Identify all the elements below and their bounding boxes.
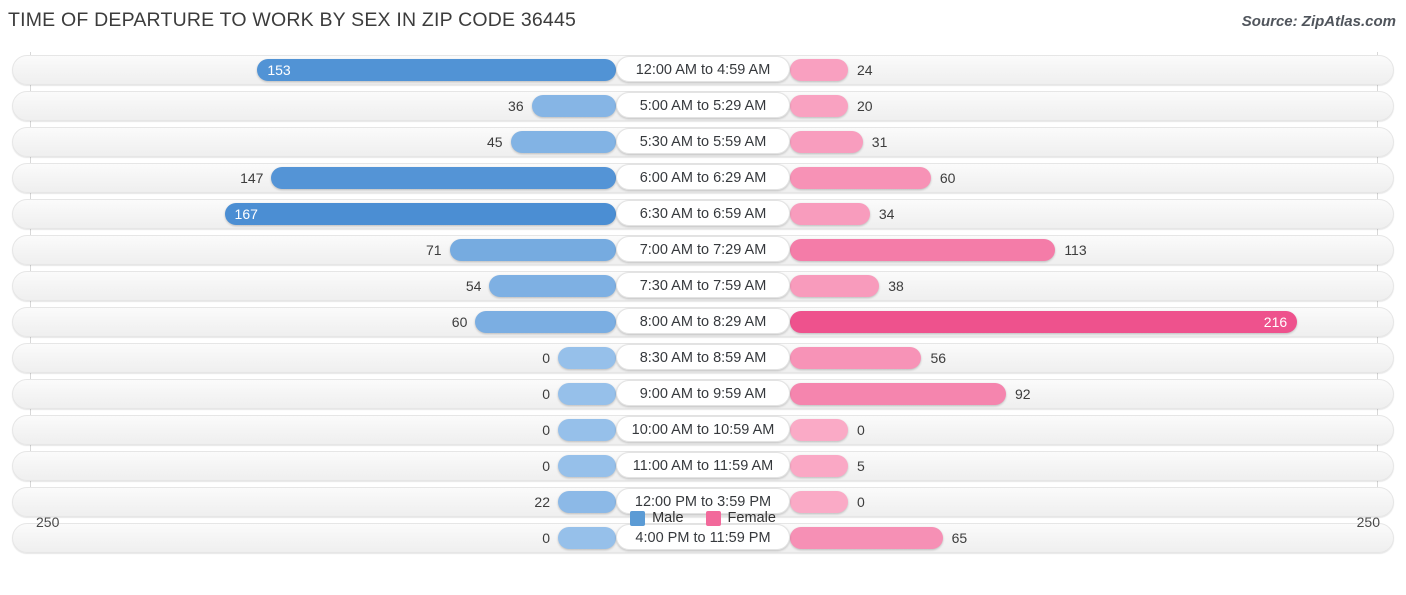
bar-value-male: 147 — [240, 170, 264, 186]
table-row[interactable]: 147 60 6:00 AM to 6:29 AM — [0, 160, 1406, 196]
bar-value-male: 54 — [465, 278, 482, 294]
bar-male[interactable] — [558, 347, 616, 369]
legend-item-female[interactable]: Female — [705, 510, 776, 526]
bar-rows: 153 24 12:00 AM to 4:59 AM 36 20 5:00 AM to 5… — [0, 52, 1406, 556]
bar-male[interactable] — [449, 239, 616, 261]
bar-value-male: 0 — [542, 350, 550, 366]
table-row[interactable]: 0 92 9:00 AM to 9:59 AM — [0, 376, 1406, 412]
bar-female[interactable] — [790, 239, 1056, 261]
category-label: 12:00 AM to 4:59 AM — [616, 56, 790, 82]
bar-female[interactable] — [790, 95, 848, 117]
table-row[interactable]: 0 0 10:00 AM to 10:59 AM — [0, 412, 1406, 448]
table-row[interactable]: 0 56 8:30 AM to 8:59 AM — [0, 340, 1406, 376]
bar-value-female: 113 — [1064, 242, 1087, 258]
bar-value-female: 216 — [1263, 314, 1288, 330]
category-label: 6:30 AM to 6:59 AM — [616, 200, 790, 226]
bar-female[interactable] — [790, 131, 863, 153]
bar-value-male: 167 — [234, 206, 258, 222]
table-row[interactable]: 36 20 5:00 AM to 5:29 AM — [0, 88, 1406, 124]
source-attribution: Source: ZipAtlas.com — [1241, 13, 1396, 30]
category-label: 8:00 AM to 8:29 AM — [616, 308, 790, 334]
category-label: 5:30 AM to 5:59 AM — [616, 128, 790, 154]
bar-value-male: 36 — [508, 98, 524, 114]
bar-female[interactable] — [790, 59, 848, 81]
bar-female[interactable] — [790, 419, 848, 441]
category-label: 11:00 AM to 11:59 AM — [616, 452, 790, 478]
category-label: 9:00 AM to 9:59 AM — [616, 380, 790, 406]
bar-value-male: 0 — [542, 386, 550, 402]
bar-value-male: 60 — [451, 314, 468, 330]
bar-male[interactable] — [224, 203, 616, 225]
bar-female[interactable] — [790, 167, 931, 189]
bar-male[interactable] — [558, 455, 616, 477]
page-title: TIME OF DEPARTURE TO WORK BY SEX IN ZIP … — [8, 9, 577, 31]
bar-value-male: 0 — [542, 422, 550, 438]
bar-value-female: 24 — [857, 62, 873, 78]
category-label: 7:00 AM to 7:29 AM — [616, 236, 790, 262]
bar-value-female: 56 — [930, 350, 947, 366]
table-row[interactable]: 54 38 7:30 AM to 7:59 AM — [0, 268, 1406, 304]
bar-male[interactable] — [271, 167, 616, 189]
legend-swatch-male-icon — [630, 510, 646, 526]
bar-female[interactable] — [790, 311, 1298, 333]
bar-value-female: 34 — [878, 206, 895, 222]
bar-male[interactable] — [489, 275, 616, 297]
table-row[interactable]: 45 31 5:30 AM to 5:59 AM — [0, 124, 1406, 160]
bar-value-male: 0 — [542, 458, 550, 474]
category-label: 5:00 AM to 5:29 AM — [616, 92, 790, 118]
bar-female[interactable] — [790, 347, 922, 369]
category-label: 10:00 AM to 10:59 AM — [616, 416, 790, 442]
bar-male[interactable] — [531, 95, 616, 117]
bar-value-female: 0 — [857, 422, 865, 438]
bar-male[interactable] — [257, 59, 616, 81]
bar-value-male: 71 — [425, 242, 442, 258]
bar-value-female: 20 — [857, 98, 873, 114]
bar-value-female: 31 — [871, 134, 888, 150]
bar-female[interactable] — [790, 455, 848, 477]
bar-value-male: 153 — [267, 62, 291, 78]
chart-legend: Male Female — [0, 510, 1406, 526]
table-row[interactable]: 71 113 7:00 AM to 7:29 AM — [0, 232, 1406, 268]
bar-male[interactable] — [558, 419, 616, 441]
legend-item-male[interactable]: Male — [630, 510, 684, 526]
bar-value-male: 0 — [542, 530, 550, 546]
bar-value-female: 38 — [888, 278, 904, 294]
legend-label-female: Female — [727, 510, 776, 526]
bar-male[interactable] — [558, 383, 616, 405]
category-label: 6:00 AM to 6:29 AM — [616, 164, 790, 190]
legend-swatch-female-icon — [705, 510, 721, 526]
bar-male[interactable] — [510, 131, 616, 153]
table-row[interactable]: 0 5 11:00 AM to 11:59 AM — [0, 448, 1406, 484]
category-label: 7:30 AM to 7:59 AM — [616, 272, 790, 298]
bar-value-female: 60 — [939, 170, 956, 186]
table-row[interactable]: 153 24 12:00 AM to 4:59 AM — [0, 52, 1406, 88]
bar-value-female: 65 — [951, 530, 968, 546]
chart-page: TIME OF DEPARTURE TO WORK BY SEX IN ZIP … — [0, 0, 1406, 595]
category-label: 8:30 AM to 8:59 AM — [616, 344, 790, 370]
category-label: 4:00 PM to 11:59 PM — [616, 524, 790, 550]
bar-value-female: 92 — [1015, 386, 1031, 402]
bar-female[interactable] — [790, 203, 870, 225]
bar-female[interactable] — [790, 383, 1007, 405]
bar-female[interactable] — [790, 527, 943, 549]
chart-plot-area: 153 24 12:00 AM to 4:59 AM 36 20 5:00 AM to 5… — [0, 52, 1406, 555]
bar-female[interactable] — [790, 275, 880, 297]
bar-male[interactable] — [475, 311, 616, 333]
table-row[interactable]: 60 216 8:00 AM to 8:29 AM — [0, 304, 1406, 340]
bar-male[interactable] — [558, 527, 616, 549]
legend-label-male: Male — [652, 510, 684, 526]
bar-value-male: 45 — [486, 134, 503, 150]
table-row[interactable]: 167 34 6:30 AM to 6:59 AM — [0, 196, 1406, 232]
bar-value-female: 5 — [857, 458, 865, 474]
